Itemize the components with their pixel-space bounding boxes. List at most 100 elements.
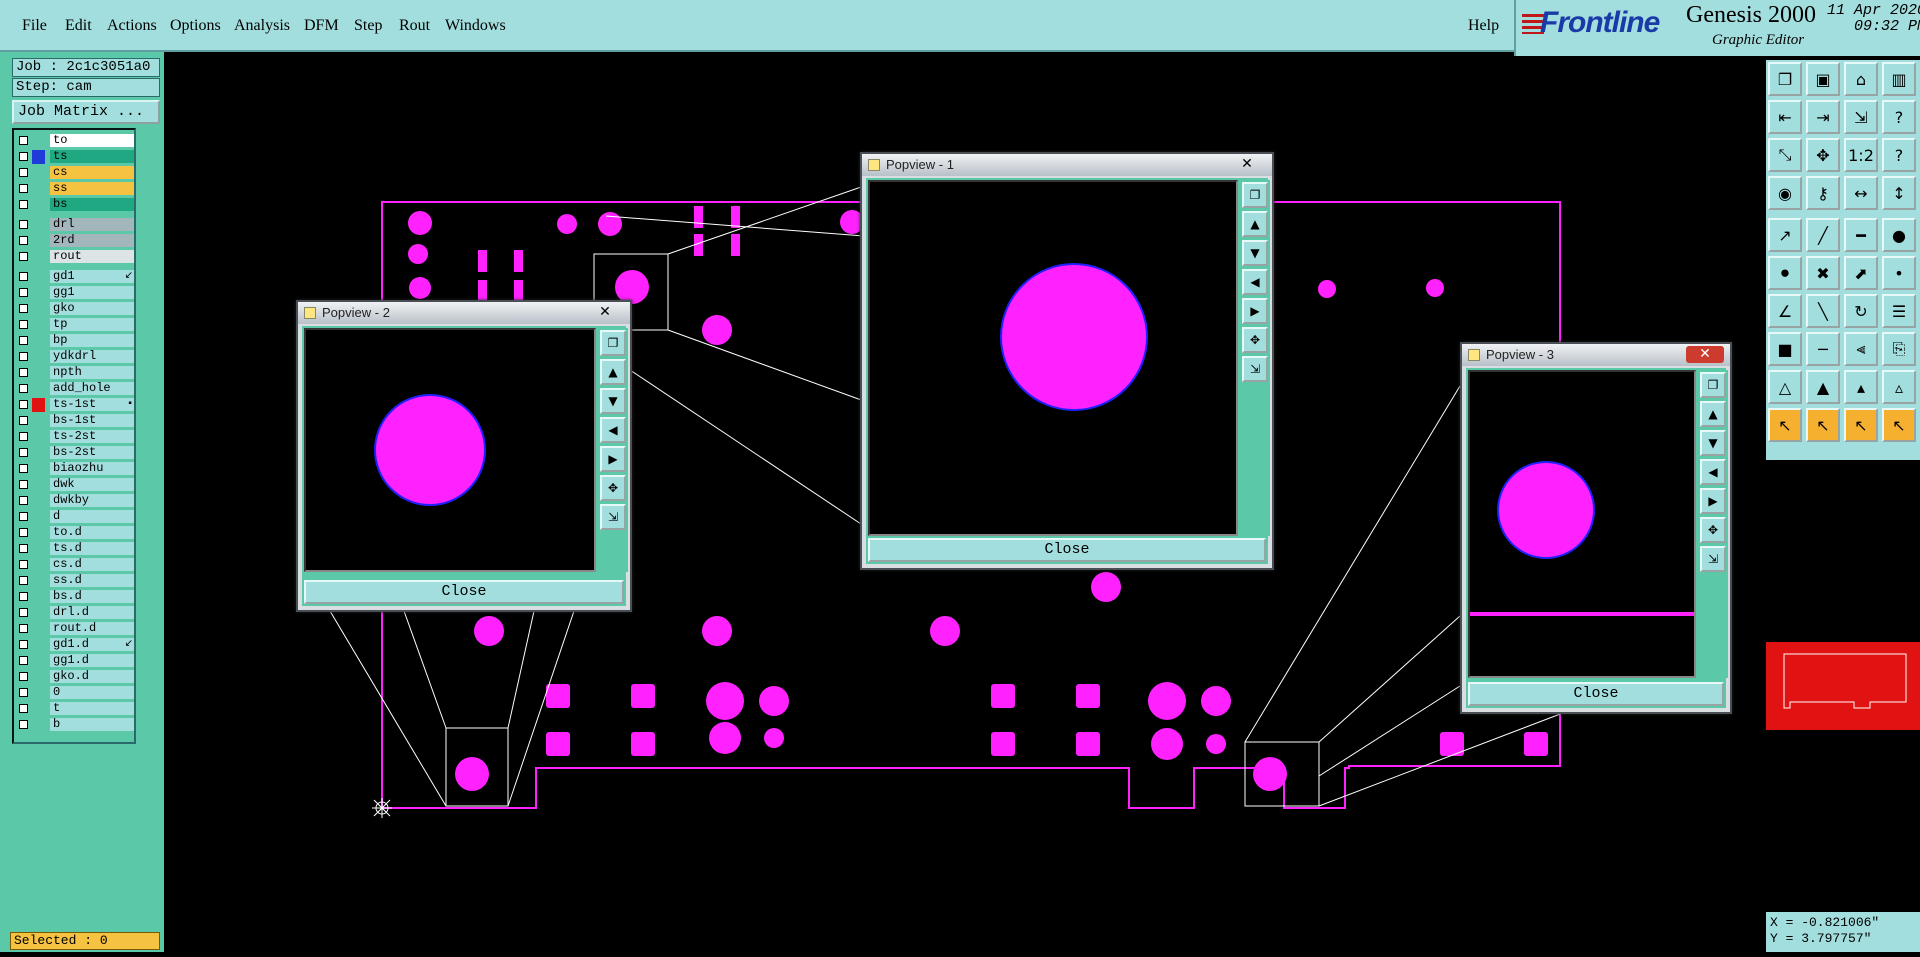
layer-row-to[interactable]: to [16,134,134,148]
layer-color-swatch[interactable] [32,478,45,492]
layer-row-drl.d[interactable]: drl.d [16,606,134,620]
layer-color-swatch[interactable] [32,606,45,620]
layer-color-swatch[interactable] [32,250,45,264]
layer-row-gd1[interactable]: gd1 ↙ [16,270,134,284]
scale-1-2-icon[interactable]: 1:2 [1844,138,1878,172]
layer-name[interactable]: add_hole [50,382,134,395]
layer-checkbox[interactable] [19,496,28,505]
layer-color-swatch[interactable] [32,526,45,540]
layer-color-swatch[interactable] [32,654,45,668]
layer-checkbox[interactable] [19,152,28,161]
menu-dfm[interactable]: DFM [304,17,339,35]
layer-checkbox[interactable] [19,480,28,489]
layer-color-swatch[interactable] [32,510,45,524]
layer-color-swatch[interactable] [32,702,45,716]
pointer-icon[interactable]: ↖ [1768,408,1802,442]
layer-name[interactable]: b [50,718,134,731]
layer-checkbox[interactable] [19,592,28,601]
layer-checkbox[interactable] [19,448,28,457]
pointer-alt-icon[interactable]: ↖ [1806,408,1840,442]
layer-row-t[interactable]: t [16,702,134,716]
layer-color-swatch[interactable] [32,574,45,588]
menu-actions[interactable]: Actions [107,17,157,35]
layer-name[interactable]: ts.d [50,542,134,555]
popview-3-viewport[interactable] [1468,370,1696,678]
popview-2-titlebar[interactable]: Popview - 2 [298,302,630,324]
layer-checkbox[interactable] [19,720,28,729]
layer-name[interactable]: gko.d [50,670,134,683]
layer-row-b[interactable]: b [16,718,134,732]
popview-1-close-button[interactable]: Close [868,538,1266,562]
layer-color-swatch[interactable] [32,150,45,164]
layer-name[interactable]: drl.d [50,606,134,619]
layer-color-swatch[interactable] [32,430,45,444]
angle-icon[interactable]: ∠ [1768,294,1802,328]
layer-checkbox[interactable] [19,136,28,145]
point-icon[interactable]: • [1882,256,1916,290]
layer-name[interactable]: bs-2st [50,446,134,459]
layer-color-swatch[interactable] [32,198,45,212]
popview-1-viewport[interactable] [868,180,1238,536]
question-icon[interactable]: ? [1882,138,1916,172]
popview-pan-left-icon[interactable]: ◀ [600,417,626,443]
layer-name[interactable]: to.d [50,526,134,539]
layer-row-npth[interactable]: npth [16,366,134,380]
layer-name[interactable]: d [50,510,134,523]
popview-2-close-button[interactable]: Close [304,580,624,604]
layer-color-swatch[interactable] [32,302,45,316]
layer-color-swatch[interactable] [32,414,45,428]
layer-row-rout.d[interactable]: rout.d [16,622,134,636]
layer-row-cs[interactable]: cs [16,166,134,180]
layer-color-swatch[interactable] [32,590,45,604]
layer-row-bs-1st[interactable]: bs-1st [16,414,134,428]
layer-name[interactable]: bs.d [50,590,134,603]
layer-checkbox[interactable] [19,528,28,537]
layer-checkbox[interactable] [19,608,28,617]
popview-fit-icon[interactable]: ❐ [600,330,626,356]
layer-name[interactable]: gg1 [50,286,134,299]
layer-row-tp[interactable]: tp [16,318,134,332]
layer-checkbox[interactable] [19,672,28,681]
layer-name[interactable]: ts-2st [50,430,134,443]
popview-2-close-x-button[interactable]: ✕ [586,304,624,321]
layer-name[interactable]: dwk [50,478,134,491]
layer-checkbox[interactable] [19,252,28,261]
popview-home-icon[interactable]: ⇲ [600,504,626,530]
popview-home-icon[interactable]: ⇲ [1242,356,1268,382]
layer-name[interactable]: cs.d [50,558,134,571]
zoom-left-icon[interactable]: ⇤ [1768,100,1802,134]
measure-alt-icon[interactable]: ↕ [1882,176,1916,210]
cross-icon[interactable]: ✖ [1806,256,1840,290]
zoom-fit-icon[interactable]: ⇲ [1844,100,1878,134]
layer-color-swatch[interactable] [32,398,45,412]
layer-name[interactable]: rout.d [50,622,134,635]
snap-icon[interactable]: ⬈ [1844,256,1878,290]
layer-checkbox[interactable] [19,352,28,361]
layer-color-swatch[interactable] [32,350,45,364]
layer-name[interactable]: rout [50,250,134,263]
copy-icon[interactable]: ⎘ [1882,332,1916,366]
layer-checkbox[interactable] [19,704,28,713]
layer-row-dwk[interactable]: dwk [16,478,134,492]
layer-checkbox[interactable] [19,384,28,393]
layer-name[interactable]: ts-1st ▪ [50,398,134,411]
layer-color-swatch[interactable] [32,218,45,232]
layer-checkbox[interactable] [19,400,28,409]
menu-options[interactable]: Options [170,17,221,35]
menu-step[interactable]: Step [354,17,382,35]
layer-name[interactable]: gko [50,302,134,315]
line-red-icon[interactable]: ╱ [1806,218,1840,252]
layer-checkbox[interactable] [19,416,28,425]
popview-2-viewport[interactable] [304,328,596,572]
eye-icon[interactable]: ◉ [1768,176,1802,210]
layer-row-rout[interactable]: rout [16,250,134,264]
layer-row-dwkby[interactable]: dwkby [16,494,134,508]
layer-row-gko.d[interactable]: gko.d [16,670,134,684]
layer-name[interactable]: to [50,134,134,147]
pad-icon[interactable]: ■ [1768,332,1802,366]
layer-checkbox[interactable] [19,288,28,297]
popview-pan-right-icon[interactable]: ▶ [1242,298,1268,324]
arrow-select-icon[interactable]: ↗ [1768,218,1802,252]
layer-row-ss.d[interactable]: ss.d [16,574,134,588]
layer-name[interactable]: ts [50,150,134,163]
